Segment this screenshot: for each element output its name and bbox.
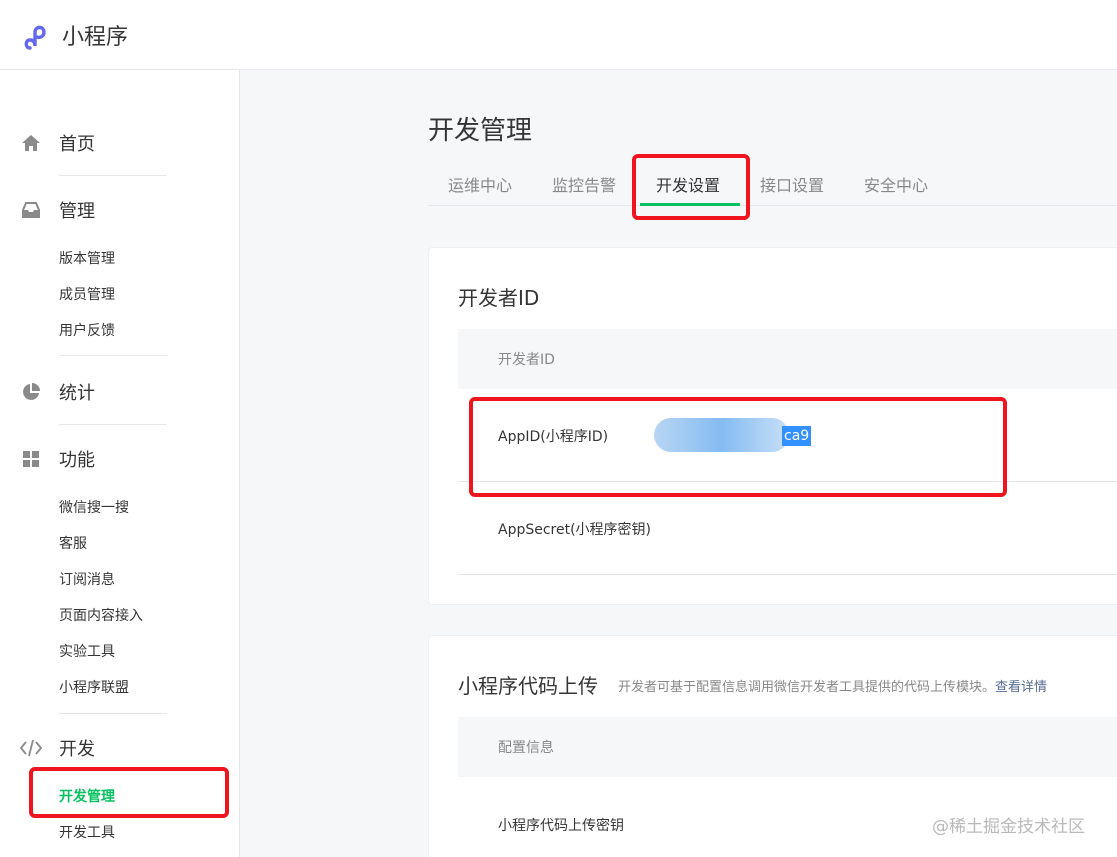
sidebar-item-version[interactable]: 版本管理	[59, 249, 115, 269]
page-title: 开发管理	[428, 116, 533, 146]
sidebar-item-page-content[interactable]: 页面内容接入	[59, 606, 143, 626]
sidebar-item-stats[interactable]: 统计	[20, 377, 220, 407]
row-divider	[458, 574, 1117, 575]
sidebar-item-dev-tools[interactable]: 开发工具	[59, 823, 115, 843]
tab-api-settings[interactable]: 接口设置	[760, 176, 824, 196]
sidebar-item-label: 开发	[59, 739, 95, 760]
brand-name: 小程序	[62, 25, 129, 50]
description-text: 开发者可基于配置信息调用微信开发者工具提供的代码上传模块。	[618, 680, 996, 695]
sidebar-item-develop[interactable]: 开发	[20, 733, 220, 763]
card-title: 开发者ID	[458, 286, 540, 310]
sidebar-item-label: 统计	[59, 383, 95, 404]
tab-security[interactable]: 安全中心	[864, 176, 928, 196]
sidebar-item-manage[interactable]: 管理	[20, 195, 220, 225]
sidebar-divider	[59, 713, 167, 714]
sidebar-item-alliance[interactable]: 小程序联盟	[59, 678, 129, 698]
sidebar-item-label: 功能	[59, 450, 95, 471]
top-bar: 小程序	[0, 0, 1117, 70]
highlight-box-sidebar	[29, 767, 229, 818]
sidebar-item-customer-service[interactable]: 客服	[59, 534, 87, 554]
sidebar-item-members[interactable]: 成员管理	[59, 285, 115, 305]
appsecret-label: AppSecret(小程序密钥)	[498, 522, 652, 538]
sidebar-item-feedback[interactable]: 用户反馈	[59, 321, 115, 341]
card-description: 开发者可基于配置信息调用微信开发者工具提供的代码上传模块。查看详情	[618, 676, 1047, 695]
pie-chart-icon	[20, 381, 42, 403]
column-header: 配置信息	[498, 740, 554, 756]
home-icon	[20, 132, 42, 154]
tab-monitoring[interactable]: 监控告警	[552, 176, 616, 196]
table-header: 配置信息	[458, 717, 1117, 777]
sidebar-item-features[interactable]: 功能	[20, 444, 220, 474]
sidebar-item-home[interactable]: 首页	[20, 128, 220, 158]
sidebar-divider	[59, 355, 167, 356]
watermark: @稀土掘金技术社区	[932, 817, 1085, 837]
sidebar-item-wechat-search[interactable]: 微信搜一搜	[59, 498, 129, 518]
sidebar-divider	[59, 175, 167, 176]
sidebar-item-experiment-tools[interactable]: 实验工具	[59, 642, 115, 662]
tab-bar: 运维中心 监控告警 开发设置 接口设置 安全中心	[428, 168, 1117, 206]
sidebar-item-subscribe-message[interactable]: 订阅消息	[59, 570, 115, 590]
sidebar-item-label: 首页	[59, 134, 95, 155]
grid-icon	[20, 448, 42, 470]
sidebar-item-label: 管理	[59, 201, 95, 222]
card-title: 小程序代码上传	[458, 674, 598, 698]
table-header: 开发者ID	[458, 329, 1117, 389]
column-header: 开发者ID	[498, 352, 555, 368]
view-details-link[interactable]: 查看详情	[995, 680, 1047, 695]
code-icon	[20, 737, 42, 759]
highlight-box-appid	[469, 397, 1007, 497]
upload-key-label: 小程序代码上传密钥	[498, 818, 624, 834]
inbox-icon	[20, 199, 42, 221]
sidebar-divider	[59, 424, 167, 425]
highlight-box-tab	[632, 154, 750, 220]
miniprogram-logo-icon[interactable]	[22, 22, 54, 54]
tab-operations[interactable]: 运维中心	[448, 176, 512, 196]
